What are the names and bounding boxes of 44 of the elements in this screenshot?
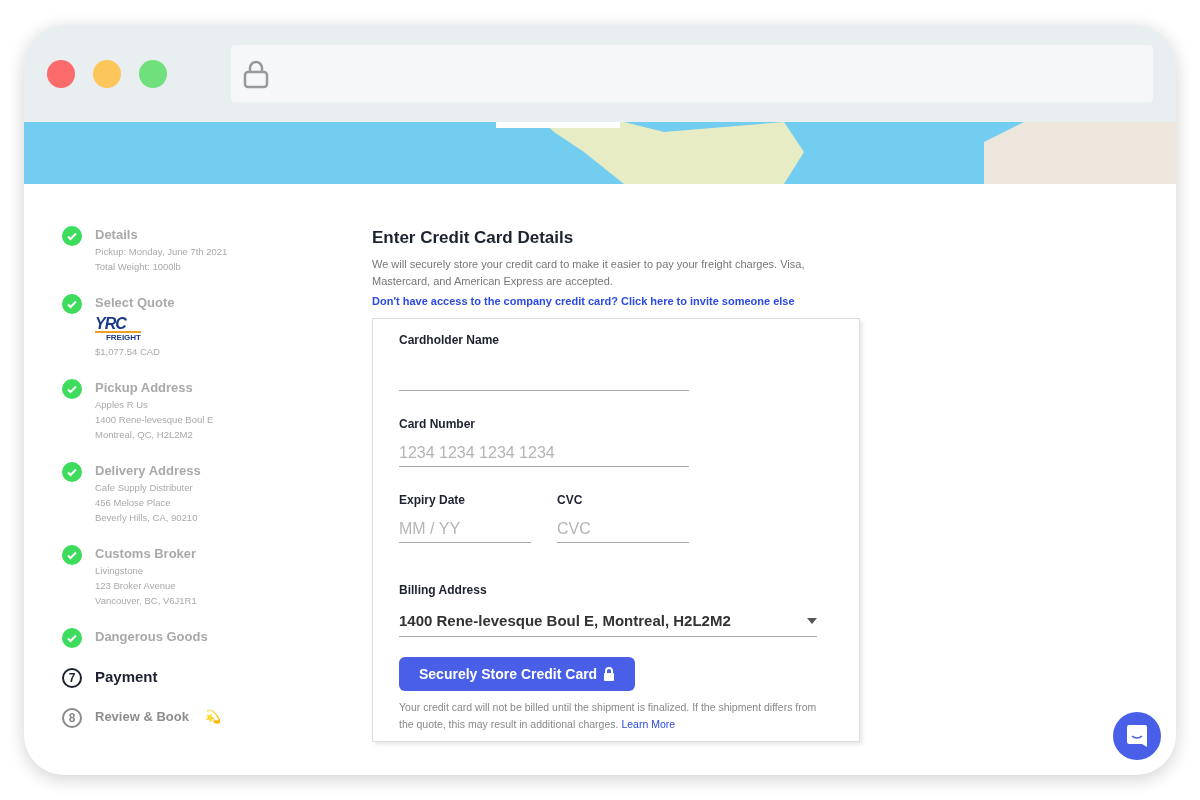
chat-icon: [1126, 724, 1148, 748]
step-detail: Total Weight: 1000lb: [95, 260, 182, 274]
step-number-icon: 8: [62, 708, 82, 728]
step-detail: Pickup: Monday, June 7th 2021: [95, 245, 228, 259]
field-label: Billing Address: [399, 583, 488, 597]
field-label: Cardholder Name: [399, 333, 501, 347]
form-intro: We will securely store your credit card to make it easier to pay your freight charges. Visa, Mastercard, and American Express are accepted.: [372, 257, 806, 289]
step-title[interactable]: Details: [95, 226, 138, 244]
step-number-icon: 7: [62, 668, 82, 688]
billing-note: Your credit card will not be billed until the shipment is finalized. If the shipment differs from the quote, this may result in additional charges. Learn More: [399, 700, 818, 732]
chat-button[interactable]: [1113, 712, 1161, 760]
step-title[interactable]: Payment: [95, 668, 158, 686]
form-title: Enter Credit Card Details: [372, 228, 575, 248]
lock-icon: [243, 58, 269, 89]
step-detail: 456 Melose Place: [95, 496, 172, 510]
caret-icon: [807, 617, 817, 624]
step-title[interactable]: Delivery Address: [95, 462, 201, 480]
billing-address-select[interactable]: 1400 Rene-levesque Boul E, Montreal, H2L2M2: [399, 605, 817, 637]
step-title[interactable]: Review & Book: [95, 708, 189, 726]
invite-link[interactable]: Don't have access to the company credit card? Click here to invite someone else: [372, 295, 838, 307]
learn-more-link[interactable]: Learn More: [621, 718, 676, 730]
step-detail: Beverly Hills, CA, 90210: [95, 511, 199, 525]
field-label: CVC: [557, 493, 584, 507]
step-detail: Montreal, QC, H2L2M2: [95, 428, 194, 442]
step-detail: Livingstone: [95, 564, 145, 578]
lock-icon: [603, 667, 616, 681]
window-control-dot[interactable]: [139, 59, 167, 88]
step-title[interactable]: Pickup Address: [95, 379, 193, 397]
step-detail: Apples R Us: [95, 398, 149, 412]
sparkle-emoji: 💫: [204, 708, 221, 726]
step-detail: $1,077.54 CAD: [95, 345, 161, 359]
step-detail: Vancouver, BC, V6J1R1: [95, 594, 197, 608]
step-detail: Cafe Supply Distributer: [95, 481, 194, 495]
store-card-button[interactable]: Securely Store Credit Card: [399, 657, 636, 691]
window-control-dot[interactable]: [47, 59, 75, 88]
step-detail: 1400 Rene-levesque Boul E: [95, 413, 214, 427]
step-title[interactable]: Select Quote: [95, 294, 175, 312]
field-label: Card Number: [399, 417, 476, 431]
carrier-logo: YRC FREIGHT: [95, 316, 141, 342]
step-detail: 123 Broker Avenue: [95, 579, 177, 593]
step-title[interactable]: Dangerous Goods: [95, 628, 208, 646]
field-label: Expiry Date: [399, 493, 467, 507]
step-title[interactable]: Customs Broker: [95, 545, 197, 563]
window-control-dot[interactable]: [93, 59, 121, 88]
